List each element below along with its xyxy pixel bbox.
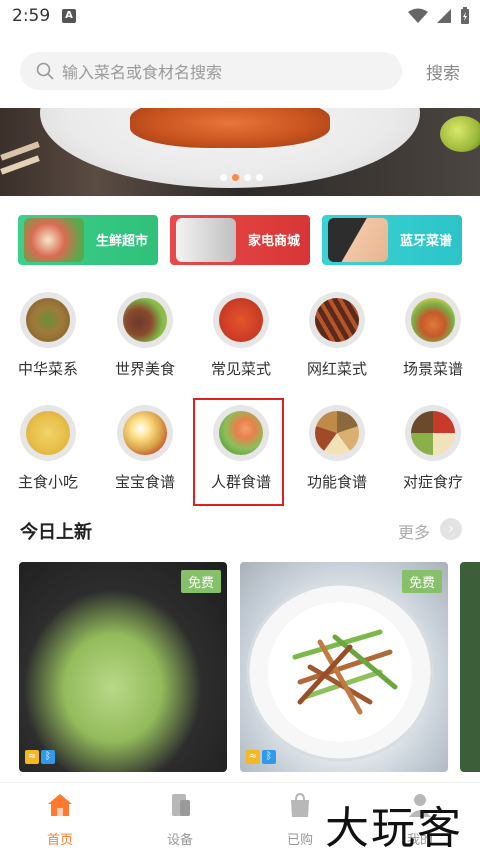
device-icon xyxy=(172,794,190,816)
category-chinese-cuisine[interactable]: 中华菜系 xyxy=(13,292,83,379)
staples-snacks-icon xyxy=(20,405,76,461)
watermark-logo: 大玩客 xyxy=(325,803,463,852)
chopsticks-image xyxy=(0,141,40,175)
banner-lime-image xyxy=(440,116,480,152)
banner-food-image xyxy=(130,108,330,148)
signal-icon xyxy=(437,9,451,23)
category-common-dishes[interactable]: 常见菜式 xyxy=(206,292,276,379)
indicator-dot[interactable] xyxy=(220,174,227,181)
banner-indicator xyxy=(220,174,263,181)
functional-recipes-icon xyxy=(309,405,365,461)
feature-bluetooth-recipes[interactable]: 蓝牙菜谱 xyxy=(322,215,462,265)
home-icon xyxy=(48,794,72,816)
category-world-food[interactable]: 世界美食 xyxy=(110,292,180,379)
nav-devices[interactable]: 设备 xyxy=(150,791,210,848)
feature-label: 蓝牙菜谱 xyxy=(399,234,452,249)
battery-icon xyxy=(461,7,469,24)
category-label: 场景菜谱 xyxy=(402,360,463,378)
status-bar: 2:59 A xyxy=(0,0,480,34)
section-title: 今日上新 xyxy=(20,522,92,543)
feature-label: 生鲜超市 xyxy=(95,234,148,249)
nav-label: 设备 xyxy=(166,833,193,848)
category-label: 宝宝食谱 xyxy=(114,473,175,491)
common-dishes-icon xyxy=(213,292,269,348)
device-tags: ≈ ᛒ xyxy=(25,750,55,764)
category-scene-recipes[interactable]: 场景菜谱 xyxy=(398,292,468,379)
wifi-icon xyxy=(408,8,428,23)
chinese-cuisine-icon xyxy=(20,292,76,348)
chevron-right-icon[interactable]: › xyxy=(440,518,462,540)
wifi-tag-icon: ≈ xyxy=(25,750,39,764)
search-button[interactable]: 搜索 xyxy=(426,59,460,84)
baby-recipes-icon xyxy=(117,405,173,461)
nav-label: 首页 xyxy=(46,833,73,848)
fresh-produce-image xyxy=(24,218,84,262)
world-food-icon xyxy=(117,292,173,348)
category-label: 功能食谱 xyxy=(306,473,367,491)
bluetooth-tag-icon: ᛒ xyxy=(41,750,55,764)
status-time: 2:59 xyxy=(12,6,51,26)
category-label: 世界美食 xyxy=(114,360,175,378)
recipe-card[interactable]: 免费 ≈ ᛒ xyxy=(19,562,227,772)
nav-purchased[interactable]: 已购 xyxy=(270,791,330,848)
category-symptom-therapy[interactable]: 对症食疗 xyxy=(398,405,468,492)
category-label: 常见菜式 xyxy=(210,360,271,378)
banner-carousel[interactable] xyxy=(0,108,480,196)
feature-appliance-mall[interactable]: 家电商城 xyxy=(170,215,310,265)
indicator-dot[interactable] xyxy=(256,174,263,181)
phone-hand-image xyxy=(328,218,388,262)
appliances-image xyxy=(176,218,236,262)
category-baby-recipes[interactable]: 宝宝食谱 xyxy=(110,405,180,492)
selection-highlight-box xyxy=(193,398,284,506)
category-trending-dishes[interactable]: 网红菜式 xyxy=(302,292,372,379)
status-icons xyxy=(408,7,470,25)
trending-dishes-icon xyxy=(309,292,365,348)
free-badge: 免费 xyxy=(401,570,442,593)
wifi-tag-icon: ≈ xyxy=(246,750,260,764)
symptom-therapy-icon xyxy=(405,405,461,461)
category-label: 中华菜系 xyxy=(17,360,78,378)
category-staples-snacks[interactable]: 主食小吃 xyxy=(13,405,83,492)
indicator-dot[interactable] xyxy=(244,174,251,181)
category-label: 网红菜式 xyxy=(306,360,367,378)
search-input[interactable]: 输入菜名或食材名搜索 xyxy=(20,52,402,90)
indicator-dot-active[interactable] xyxy=(232,174,239,181)
bluetooth-tag-icon: ᛒ xyxy=(262,750,276,764)
more-link[interactable]: 更多 xyxy=(398,519,430,543)
category-label: 主食小吃 xyxy=(17,473,78,491)
free-badge: 免费 xyxy=(180,570,221,593)
notification-icon: A xyxy=(62,9,76,23)
category-functional-recipes[interactable]: 功能食谱 xyxy=(302,405,372,492)
scene-recipes-icon xyxy=(405,292,461,348)
recipe-card[interactable]: 免费 ≈ ᛒ xyxy=(240,562,448,772)
feature-label: 家电商城 xyxy=(247,234,300,249)
search-placeholder: 输入菜名或食材名搜索 xyxy=(62,63,223,82)
nav-label: 已购 xyxy=(286,833,313,848)
stir-fry-dish-image xyxy=(246,582,434,762)
recipe-card-partial[interactable] xyxy=(460,562,480,772)
feature-fresh-market[interactable]: 生鲜超市 xyxy=(18,215,158,265)
device-tags: ≈ ᛒ xyxy=(246,750,276,764)
nav-home[interactable]: 首页 xyxy=(30,791,90,848)
category-label: 对症食疗 xyxy=(402,473,463,491)
search-icon xyxy=(36,62,54,80)
shopping-bag-icon xyxy=(291,792,309,817)
